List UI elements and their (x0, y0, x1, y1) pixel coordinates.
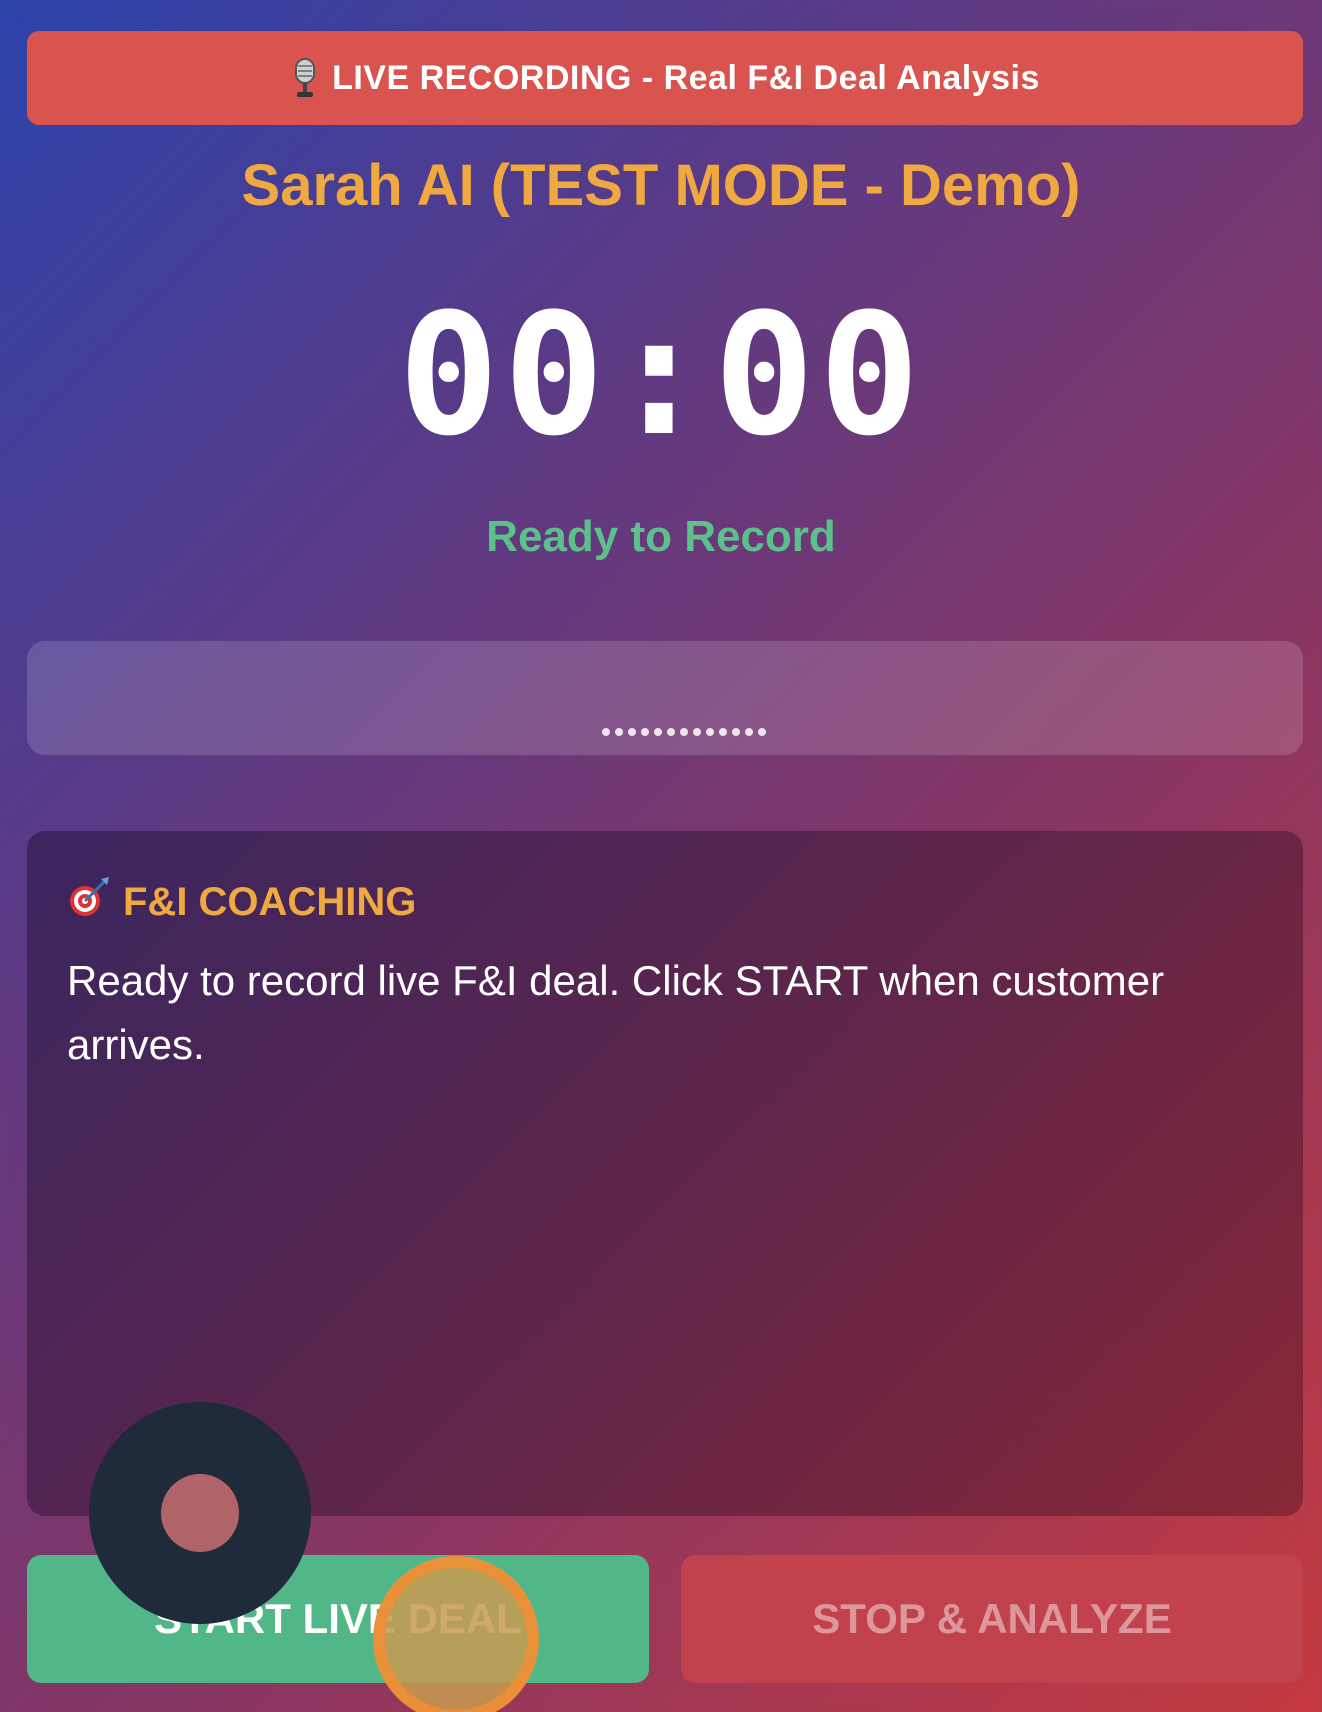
floating-record-button[interactable] (89, 1402, 311, 1624)
microphone-icon (290, 57, 320, 99)
coaching-title: F&I COACHING (123, 879, 417, 924)
target-icon (67, 875, 111, 929)
waveform-dots (602, 728, 766, 736)
live-recording-banner: LIVE RECORDING - Real F&I Deal Analysis (27, 31, 1303, 125)
coaching-heading: F&I COACHING (67, 875, 416, 929)
touch-indicator (373, 1556, 539, 1712)
audio-waveform (27, 641, 1303, 755)
page-title: Sarah AI (TEST MODE - Demo) (241, 153, 1081, 218)
recording-timer: 00:00 (398, 277, 924, 473)
status-text: Ready to Record (486, 512, 836, 561)
coaching-message: Ready to record live F&I deal. Click STA… (67, 957, 1165, 1068)
stop-analyze-button[interactable]: STOP & ANALYZE (681, 1555, 1303, 1683)
record-dot-icon (161, 1474, 239, 1552)
banner-text: LIVE RECORDING - Real F&I Deal Analysis (332, 58, 1040, 97)
